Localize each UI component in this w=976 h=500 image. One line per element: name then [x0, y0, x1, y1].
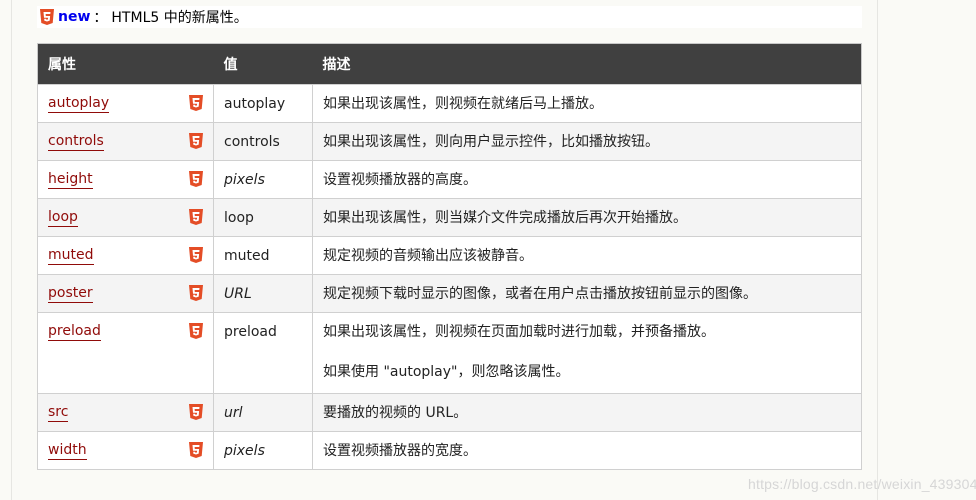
description-cell: 设置视频播放器的高度。 — [312, 160, 862, 199]
html5-icon — [189, 133, 203, 149]
table-row: muted muted 规定视频的音频输出应该被静音。 — [37, 236, 862, 275]
description-text: 如果出现该属性，则视频在页面加载时进行加载，并预备播放。 — [323, 324, 715, 340]
attribute-cell: width — [37, 431, 214, 470]
attribute-link[interactable]: autoplay — [48, 95, 110, 113]
html5-new-note: new ： HTML5 中的新属性。 — [37, 6, 862, 28]
table-header-row: 属性 值 描述 — [37, 43, 862, 85]
value-cell: pixels — [213, 431, 313, 470]
html5-icon — [189, 404, 203, 420]
note-separator: ： — [93, 10, 108, 26]
header-attribute: 属性 — [37, 43, 214, 85]
attribute-link[interactable]: controls — [48, 133, 104, 151]
table-row: poster URL 规定视频下载时显示的图像，或者在用户点击播放按钮前显示的图… — [37, 274, 862, 313]
column-right-border — [877, 0, 878, 500]
attribute-cell: loop — [37, 198, 214, 237]
value-cell: autoplay — [213, 84, 313, 123]
attribute-link[interactable]: height — [48, 171, 93, 189]
attribute-link[interactable]: preload — [48, 323, 101, 341]
header-description: 描述 — [312, 43, 862, 85]
value-text: loop — [224, 210, 254, 226]
value-text: pixels — [224, 172, 265, 188]
value-text: controls — [224, 134, 280, 150]
table-row: autoplay autoplay 如果出现该属性，则视频在就绪后马上播放。 — [37, 84, 862, 123]
html5-icon — [189, 442, 203, 458]
value-text: autoplay — [224, 96, 286, 112]
description-text: 设置视频播放器的高度。 — [323, 172, 477, 188]
attribute-cell: height — [37, 160, 214, 199]
table-row: controls controls 如果出现该属性，则向用户显示控件，比如播放按… — [37, 122, 862, 161]
attribute-cell: src — [37, 393, 214, 432]
attribute-cell: poster — [37, 274, 214, 313]
table-row: height pixels 设置视频播放器的高度。 — [37, 160, 862, 199]
table-row: width pixels 设置视频播放器的宽度。 — [37, 431, 862, 470]
attribute-cell: preload — [37, 312, 214, 394]
html5-icon — [40, 9, 54, 25]
html5-icon — [189, 323, 203, 339]
attribute-cell: muted — [37, 236, 214, 275]
value-text: muted — [224, 248, 270, 264]
header-value: 值 — [213, 43, 313, 85]
html5-icon — [189, 171, 203, 187]
value-text: url — [224, 405, 243, 421]
video-attributes-table: 属性 值 描述 autoplay autoplay 如果出现该属性，则视频在就绪… — [37, 43, 862, 470]
new-label: new — [58, 9, 91, 25]
attribute-link[interactable]: poster — [48, 285, 93, 303]
watermark: https://blog.csdn.net/weixin_43930435 — [748, 476, 976, 492]
description-text: 如果使用 "autoplay"，则忽略该属性。 — [323, 364, 570, 380]
table-row: preload preload 如果出现该属性，则视频在页面加载时进行加载，并预… — [37, 312, 862, 394]
value-text: URL — [224, 286, 252, 302]
description-text: 要播放的视频的 URL。 — [323, 405, 468, 421]
description-cell: 设置视频播放器的宽度。 — [312, 431, 862, 470]
value-text: preload — [224, 324, 277, 340]
description-cell: 如果出现该属性，则当媒介文件完成播放后再次开始播放。 — [312, 198, 862, 237]
description-text: 规定视频下载时显示的图像，或者在用户点击播放按钮前显示的图像。 — [323, 286, 757, 302]
attribute-link[interactable]: loop — [48, 209, 78, 227]
description-text: 如果出现该属性，则向用户显示控件，比如播放按钮。 — [323, 134, 659, 150]
value-cell: loop — [213, 198, 313, 237]
table-row: src url 要播放的视频的 URL。 — [37, 393, 862, 432]
attribute-cell: autoplay — [37, 84, 214, 123]
description-text: 如果出现该属性，则当媒介文件完成播放后再次开始播放。 — [323, 210, 687, 226]
attribute-link[interactable]: width — [48, 442, 87, 460]
description-cell: 如果出现该属性，则视频在页面加载时进行加载，并预备播放。 如果使用 "autopl… — [312, 312, 862, 394]
value-cell: URL — [213, 274, 313, 313]
html5-icon — [189, 247, 203, 263]
value-cell: controls — [213, 122, 313, 161]
html5-icon — [189, 209, 203, 225]
description-cell: 要播放的视频的 URL。 — [312, 393, 862, 432]
html5-icon — [189, 95, 203, 111]
html5-icon — [189, 285, 203, 301]
attribute-link[interactable]: src — [48, 404, 69, 422]
table-row: loop loop 如果出现该属性，则当媒介文件完成播放后再次开始播放。 — [37, 198, 862, 237]
attribute-link[interactable]: muted — [48, 247, 94, 265]
value-cell: preload — [213, 312, 313, 394]
description-cell: 规定视频下载时显示的图像，或者在用户点击播放按钮前显示的图像。 — [312, 274, 862, 313]
attribute-cell: controls — [37, 122, 214, 161]
description-cell: 如果出现该属性，则向用户显示控件，比如播放按钮。 — [312, 122, 862, 161]
value-cell: muted — [213, 236, 313, 275]
description-text: 规定视频的音频输出应该被静音。 — [323, 248, 533, 264]
description-cell: 如果出现该属性，则视频在就绪后马上播放。 — [312, 84, 862, 123]
note-text: HTML5 中的新属性。 — [111, 10, 248, 26]
description-text: 如果出现该属性，则视频在就绪后马上播放。 — [323, 96, 603, 112]
value-cell: pixels — [213, 160, 313, 199]
value-cell: url — [213, 393, 313, 432]
value-text: pixels — [224, 443, 265, 459]
description-text: 设置视频播放器的宽度。 — [323, 443, 477, 459]
description-cell: 规定视频的音频输出应该被静音。 — [312, 236, 862, 275]
